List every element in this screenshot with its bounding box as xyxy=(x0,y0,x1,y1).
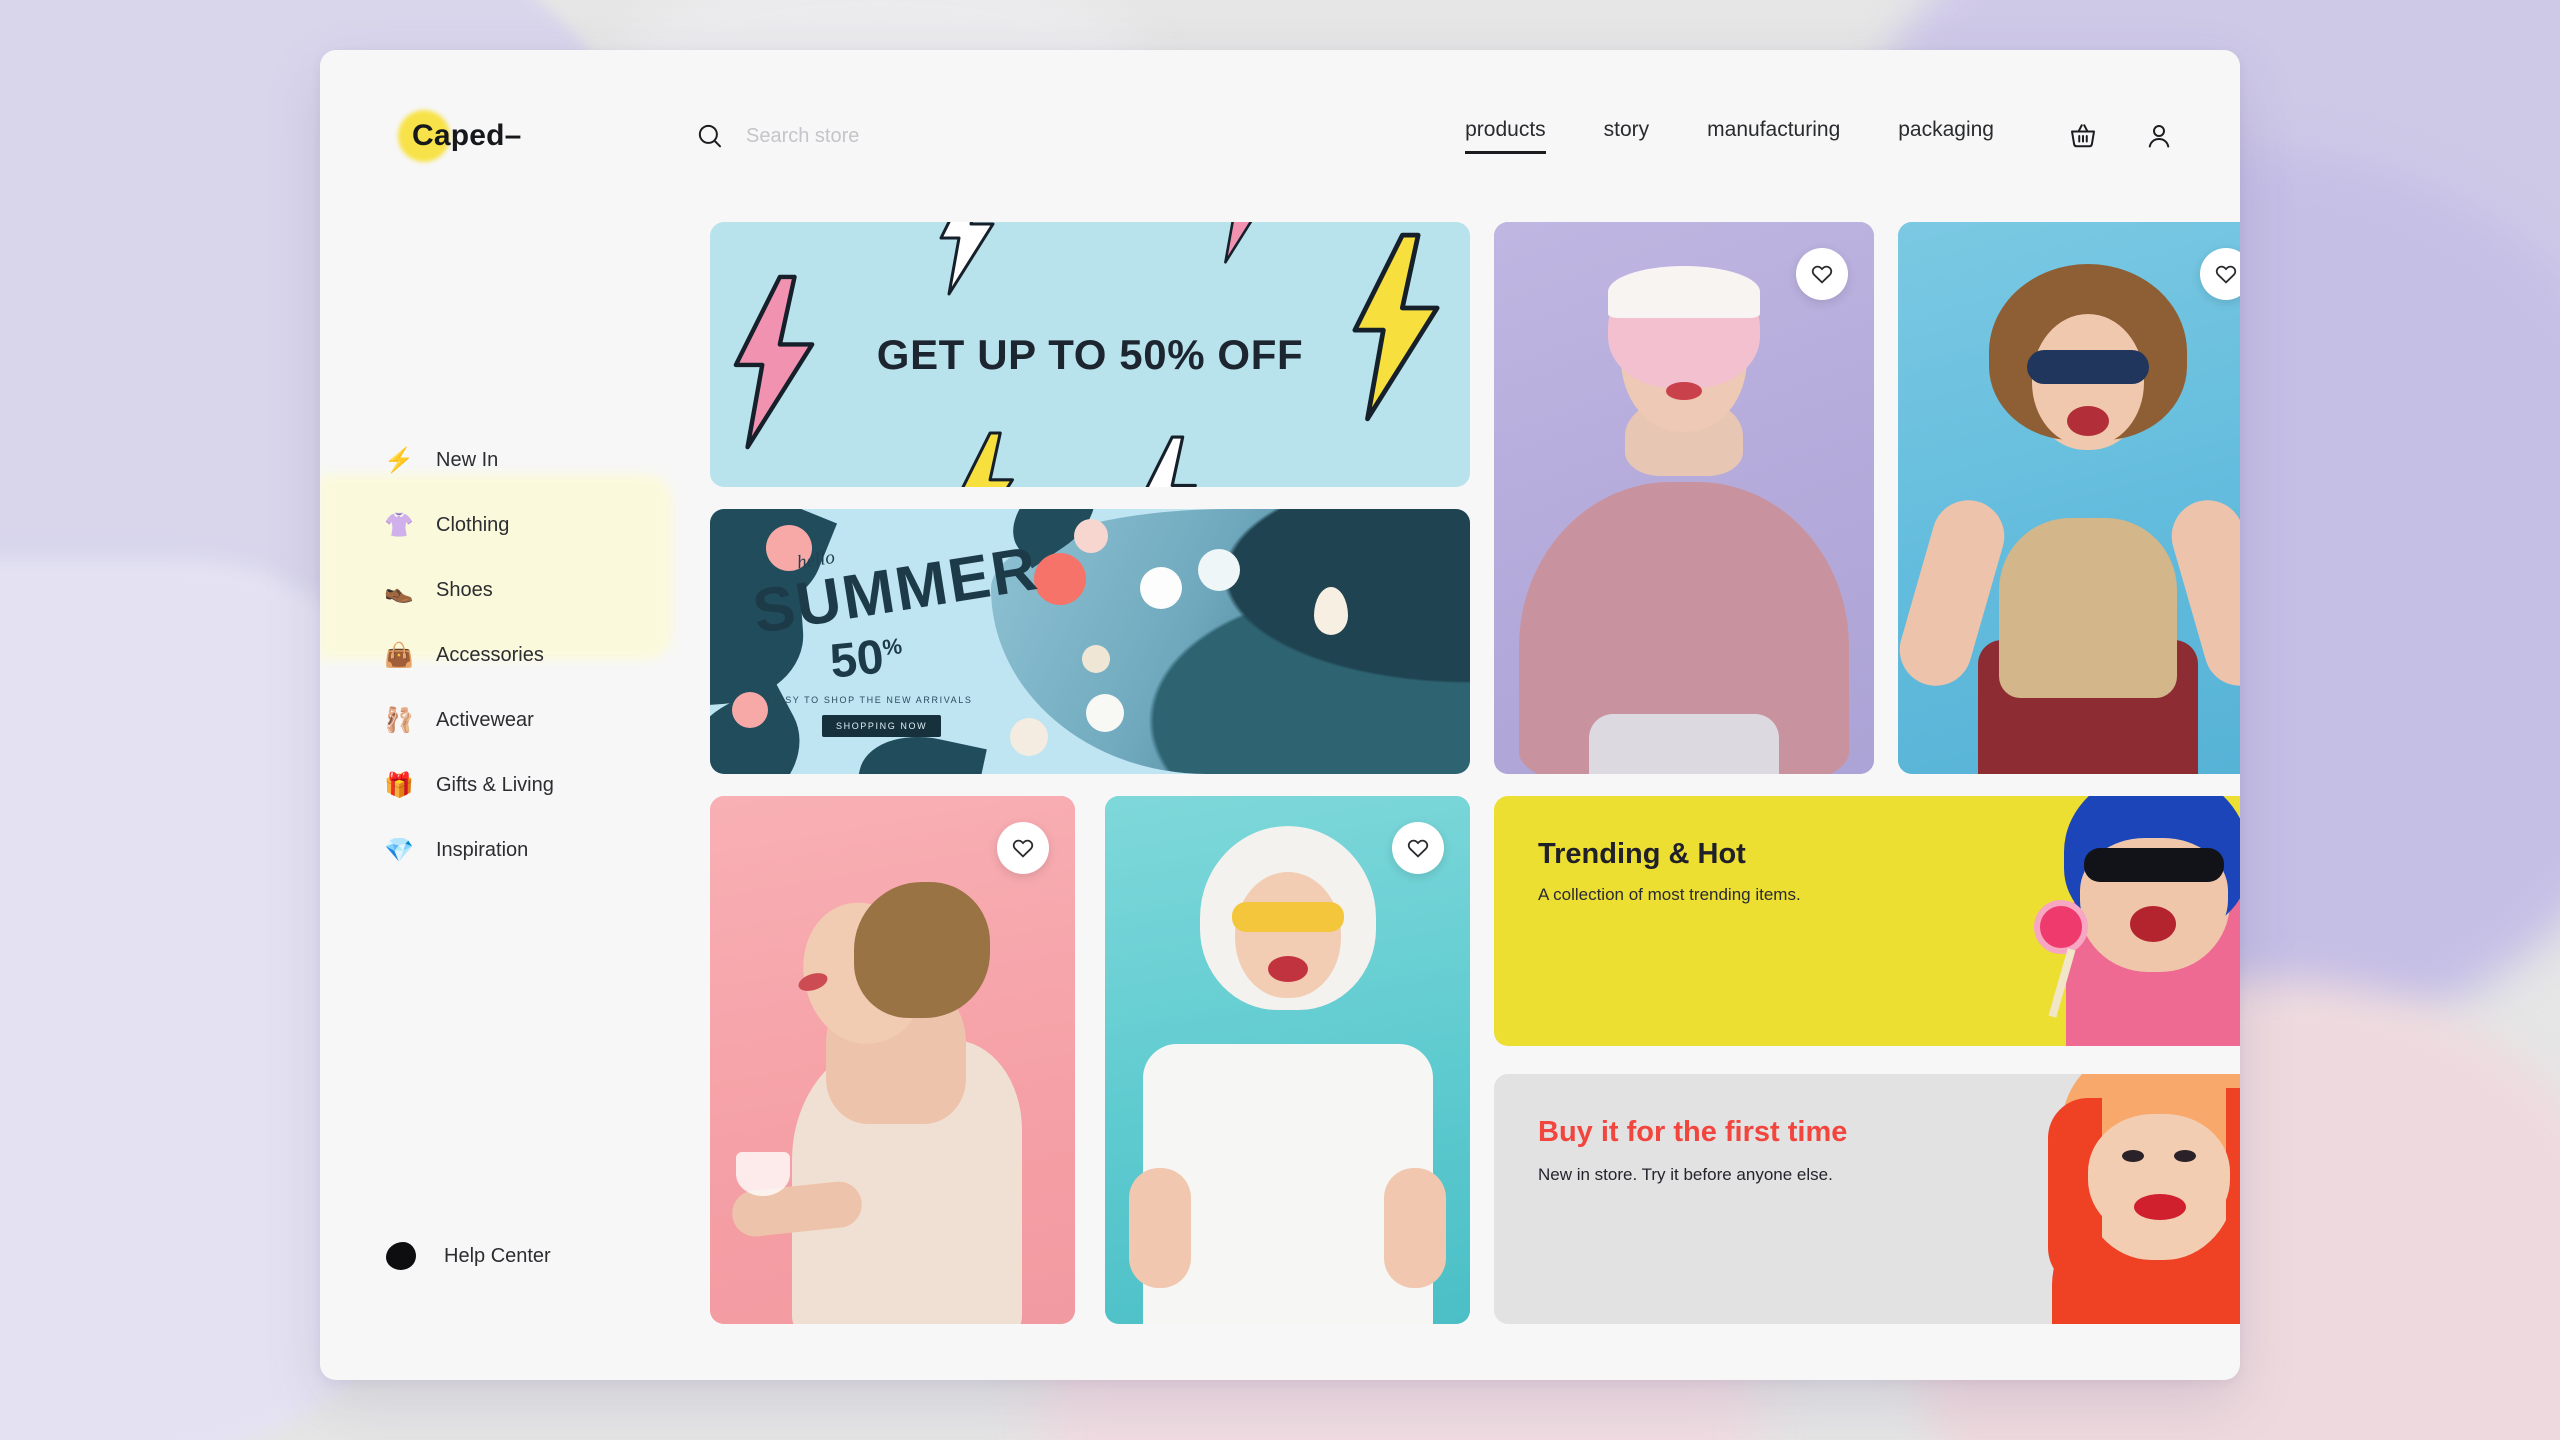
sidebar-item-inspiration[interactable]: 💎 Inspiration xyxy=(320,818,710,883)
nav-item-products[interactable]: products xyxy=(1465,118,1546,154)
help-center-link[interactable]: Help Center xyxy=(320,1242,710,1270)
float-ring-7 xyxy=(1086,694,1124,732)
app-header: Caped– products story manufacturing pack… xyxy=(320,50,2240,222)
nav-item-packaging[interactable]: packaging xyxy=(1898,118,1994,154)
sidebar-item-label: Activewear xyxy=(436,709,534,731)
category-sidebar: ⚡ New In 👚 Clothing 👞 Shoes 👜 Accessorie… xyxy=(320,222,710,1380)
product-3-braided-bun xyxy=(854,882,990,1018)
float-ring-6 xyxy=(1198,549,1240,591)
heart-icon xyxy=(1407,839,1429,858)
product-4-open-mouth xyxy=(1267,956,1308,982)
trending-model-mouth xyxy=(2130,906,2176,942)
sidebar-item-label: New In xyxy=(436,449,499,471)
banner-sale[interactable]: GET UP TO 50% OFF xyxy=(710,222,1470,487)
trending-model-sunglasses xyxy=(2084,848,2224,882)
help-center-label: Help Center xyxy=(444,1244,551,1267)
banner-trending-hot[interactable]: Trending & Hot A collection of most tren… xyxy=(1494,796,2240,1046)
sidebar-item-accessories[interactable]: 👜 Accessories xyxy=(320,623,710,688)
sidebar-item-label: Gifts & Living xyxy=(436,774,554,796)
handbag-icon: 👜 xyxy=(384,641,414,669)
product-4-arm-left xyxy=(1129,1168,1191,1288)
brand-logo[interactable]: Caped– xyxy=(386,50,636,222)
product-3-cocktail-glass xyxy=(736,1152,790,1196)
sidebar-item-label: Inspiration xyxy=(436,839,529,861)
app-window: Caped– products story manufacturing pack… xyxy=(320,50,2240,1380)
first-time-model-face-inner xyxy=(2088,1114,2230,1240)
summer-copy: hello SUMMER 50% EASY TO SHOP THE NEW AR… xyxy=(748,534,1043,737)
main-navigation: products story manufacturing packaging xyxy=(1465,118,1994,154)
sidebar-item-gifts-and-living[interactable]: 🎁 Gifts & Living xyxy=(320,753,710,818)
favorite-button[interactable] xyxy=(997,822,1049,874)
sidebar-item-label: Shoes xyxy=(436,579,493,601)
search-icon xyxy=(698,124,722,148)
banner-summer[interactable]: hello SUMMER 50% EASY TO SHOP THE NEW AR… xyxy=(710,509,1470,774)
search-input[interactable] xyxy=(746,124,1216,148)
user-icon[interactable] xyxy=(2144,121,2174,151)
product-2-sunglasses xyxy=(2027,350,2149,384)
header-actions xyxy=(2068,121,2174,151)
product-4-yellow-sunglasses xyxy=(1231,902,1344,932)
shoe-icon: 👞 xyxy=(384,576,414,604)
product-2-top xyxy=(1999,518,2177,698)
trending-model-photo xyxy=(2018,796,2240,1046)
lollipop-icon xyxy=(2034,900,2088,954)
favorite-button[interactable] xyxy=(1392,822,1444,874)
lightning-bolt-pink-left xyxy=(733,274,815,450)
help-blob-icon xyxy=(386,1242,416,1270)
activewear-icon: 🩰 xyxy=(384,706,414,734)
lightning-bolt-white-bottom xyxy=(1145,435,1197,487)
app-body: ⚡ New In 👚 Clothing 👞 Shoes 👜 Accessorie… xyxy=(320,222,2240,1380)
heart-icon xyxy=(2215,265,2237,284)
gift-icon: 🎁 xyxy=(384,771,414,799)
nav-item-manufacturing[interactable]: manufacturing xyxy=(1707,118,1840,154)
product-1-lips xyxy=(1666,382,1702,400)
sidebar-item-shoes[interactable]: 👞 Shoes xyxy=(320,558,710,623)
product-4-arm-right xyxy=(1384,1168,1446,1288)
lightning-icon: ⚡ xyxy=(384,446,414,474)
sidebar-item-clothing[interactable]: 👚 Clothing xyxy=(320,493,710,558)
lightning-bolt-yellow-bottom xyxy=(961,431,1014,487)
heart-icon xyxy=(1012,839,1034,858)
summer-shop-button[interactable]: SHOPPING NOW xyxy=(822,715,942,737)
summer-subtitle: EASY TO SHOP THE NEW ARRIVALS xyxy=(770,695,973,705)
sidebar-item-activewear[interactable]: 🩰 Activewear xyxy=(320,688,710,753)
product-card-satin-dress[interactable] xyxy=(710,796,1075,1324)
sidebar-item-new-in[interactable]: ⚡ New In xyxy=(320,428,710,493)
lightning-bolt-white-top xyxy=(939,222,995,296)
lightning-bolt-yellow-right xyxy=(1352,232,1440,422)
first-time-model-eye-left xyxy=(2122,1150,2144,1162)
first-time-model-photo xyxy=(2018,1074,2240,1324)
summer-discount-unit: % xyxy=(881,633,904,661)
first-time-model-eye-right xyxy=(2174,1150,2196,1162)
summer-discount-value: 50 xyxy=(827,630,887,689)
lightning-bolt-pink-top xyxy=(1224,222,1253,264)
logo-text: Caped– xyxy=(412,119,522,152)
sidebar-list: ⚡ New In 👚 Clothing 👞 Shoes 👜 Accessorie… xyxy=(320,428,710,883)
sidebar-item-label: Accessories xyxy=(436,644,544,666)
heart-icon xyxy=(1811,265,1833,284)
content-grid: GET UP TO 50% OFF hello SUMMER 50% EASY … xyxy=(710,222,2240,1380)
banner-sale-headline: GET UP TO 50% OFF xyxy=(876,330,1304,378)
sidebar-item-label: Clothing xyxy=(436,514,510,536)
product-2-open-mouth xyxy=(2067,406,2109,436)
product-1-blonde-fringe xyxy=(1608,266,1760,318)
product-card-white-tshirt[interactable] xyxy=(1105,796,1470,1324)
product-card-curly-sunglasses[interactable] xyxy=(1898,222,2240,774)
first-time-model-lips xyxy=(2134,1194,2186,1220)
favorite-button[interactable] xyxy=(1796,248,1848,300)
diamond-icon: 💎 xyxy=(384,836,414,864)
clothing-icon: 👚 xyxy=(384,511,414,539)
float-ring-5 xyxy=(1140,567,1182,609)
nav-item-story[interactable]: story xyxy=(1604,118,1650,154)
banner-first-time[interactable]: Buy it for the first time New in store. … xyxy=(1494,1074,2240,1324)
product-card-pink-bob-sweater[interactable] xyxy=(1494,222,1874,774)
product-1-skirt xyxy=(1589,714,1779,774)
search-bar[interactable] xyxy=(696,122,1216,150)
basket-icon[interactable] xyxy=(2068,121,2098,151)
